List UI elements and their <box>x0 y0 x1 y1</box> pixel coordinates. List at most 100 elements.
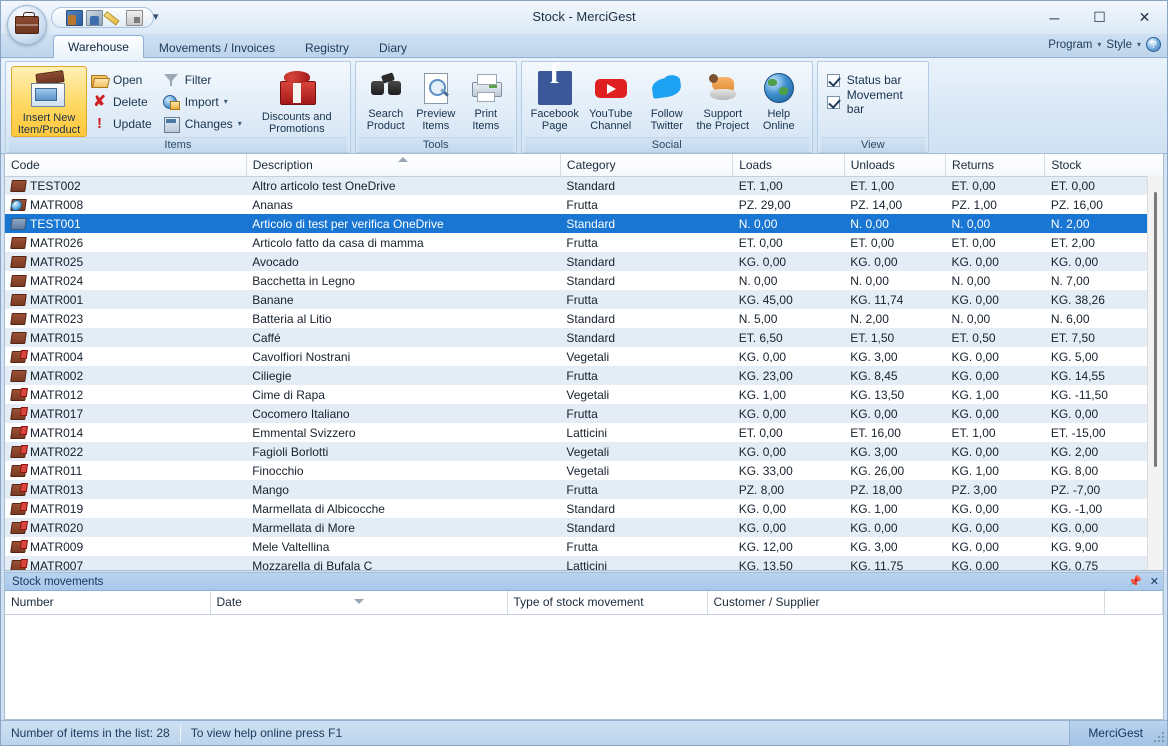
table-row[interactable]: MATR009 Mele Valtellina Frutta KG. 12,00 KG.… <box>5 537 1163 556</box>
cell-unloads: PZ. 18,00 <box>844 480 946 499</box>
book-icon <box>10 312 27 325</box>
import-chevron-down-icon[interactable]: ▾ <box>224 97 228 106</box>
help-online-label-2: Online <box>762 120 795 132</box>
cell-code-text: MATR004 <box>30 349 84 364</box>
tab-registry[interactable]: Registry <box>290 36 364 58</box>
tab-movements-invoices[interactable]: Movements / Invoices <box>144 36 290 58</box>
changes-chevron-down-icon[interactable]: ▾ <box>238 119 242 128</box>
cell-code-text: MATR007 <box>30 558 84 571</box>
column-header-description[interactable]: Description <box>246 154 561 177</box>
grid-vertical-scrollbar[interactable] <box>1147 176 1163 570</box>
column-header-category[interactable]: Category <box>560 154 734 177</box>
table-row[interactable]: TEST001 Articolo di test per verifica One… <box>5 214 1163 233</box>
column-header-stock[interactable]: Stock <box>1044 154 1163 177</box>
cell-category: Frutta <box>566 235 598 250</box>
support-project-button[interactable]: Support the Project <box>695 66 751 134</box>
movement-bar-label: Movement bar <box>846 88 903 116</box>
help-icon[interactable]: ? <box>1146 37 1161 52</box>
movement-bar-checkbox[interactable] <box>826 95 840 109</box>
dock-column-header-date[interactable]: Date <box>210 591 508 615</box>
table-row[interactable]: MATR008 Ananas Frutta PZ. 29,00 PZ. 14,00 PZ.… <box>5 195 1163 214</box>
table-row[interactable]: MATR012 Cime di Rapa Vegetali KG. 1,00 KG. 1… <box>5 385 1163 404</box>
open-button[interactable]: Open <box>87 69 159 90</box>
column-header-code[interactable]: Code <box>5 154 247 177</box>
table-row[interactable]: MATR014 Emmental Svizzero Latticini ET. 0,0… <box>5 423 1163 442</box>
table-row[interactable]: MATR004 Cavolfiori Nostrani Vegetali KG. 0,… <box>5 347 1163 366</box>
app-menu-button[interactable] <box>7 5 47 45</box>
column-header-returns[interactable]: Returns <box>945 154 1046 177</box>
search-product-button[interactable]: Search Product <box>361 66 411 134</box>
gift-icon <box>276 69 318 109</box>
dock-column-header-type[interactable]: Type of stock movement <box>507 591 708 615</box>
update-button[interactable]: ! Update <box>87 113 159 134</box>
style-menu[interactable]: Style <box>1106 39 1132 51</box>
cell-loads: ET. 0,00 <box>738 425 783 440</box>
style-chevron-down-icon[interactable]: ▾ <box>1137 40 1141 49</box>
program-menu[interactable]: Program <box>1048 39 1092 51</box>
table-row[interactable]: MATR002 Ciliegie Frutta KG. 23,00 KG. 8,45 KG… <box>5 366 1163 385</box>
table-row[interactable]: MATR001 Banane Frutta KG. 45,00 KG. 11,74 KG.… <box>5 290 1163 309</box>
tab-diary[interactable]: Diary <box>364 36 422 58</box>
table-row[interactable]: MATR015 Caffé Standard ET. 6,50 ET. 1,50 ET. … <box>5 328 1163 347</box>
close-icon[interactable]: ✕ <box>1150 575 1159 588</box>
grid-scroll-thumb[interactable] <box>1154 192 1157 467</box>
cell-returns: KG. 0,00 <box>945 556 1045 570</box>
movement-bar-checkbox-row[interactable]: Movement bar <box>823 88 923 116</box>
status-bar-checkbox[interactable] <box>826 73 840 87</box>
print-items-label-2: Items <box>472 120 500 132</box>
changes-icon <box>163 116 180 133</box>
facebook-page-button[interactable]: Facebook Page <box>527 66 583 134</box>
youtube-label-2: Channel <box>590 120 632 132</box>
cell-code: MATR020 <box>5 518 247 537</box>
follow-twitter-button[interactable]: Follow Twitter <box>639 66 695 134</box>
insert-new-item-button[interactable]: Insert New Item/Product <box>11 66 87 137</box>
tab-warehouse[interactable]: Warehouse <box>53 35 144 58</box>
close-button[interactable]: ✕ <box>1122 1 1167 34</box>
program-chevron-down-icon[interactable]: ▾ <box>1097 40 1101 49</box>
table-row[interactable]: MATR017 Cocomero Italiano Frutta KG. 0,00 KG… <box>5 404 1163 423</box>
cell-unloads: ET. 1,50 <box>844 328 946 347</box>
import-button[interactable]: Import ▾ <box>159 91 249 112</box>
preview-items-button[interactable]: Preview Items <box>411 66 461 134</box>
cell-description: Cavolfiori Nostrani <box>252 349 351 364</box>
cell-loads: KG. 0,00 <box>732 252 845 271</box>
table-row[interactable]: TEST002 Altro articolo test OneDrive Stand… <box>5 176 1163 195</box>
cell-category: Standard <box>566 501 616 516</box>
cell-returns: ET. 0,50 <box>945 328 1045 347</box>
help-online-label-1: Help <box>767 108 791 120</box>
table-row[interactable]: MATR023 Batteria al Litio Standard N. 5,00 N… <box>5 309 1163 328</box>
print-items-button[interactable]: Print Items <box>461 66 511 134</box>
maximize-button[interactable]: ☐ <box>1077 1 1122 34</box>
book-tag-icon <box>10 559 27 570</box>
cell-loads: KG. 12,00 <box>738 539 793 554</box>
column-header-unloads[interactable]: Unloads <box>844 154 947 177</box>
resize-grip-icon[interactable] <box>1152 730 1164 742</box>
table-row[interactable]: MATR026 Articolo fatto da casa di mamma Fr… <box>5 233 1163 252</box>
book-tag-icon <box>10 407 27 420</box>
dock-column-header-customer-supplier[interactable]: Customer / Supplier <box>707 591 1105 615</box>
changes-button[interactable]: Changes ▾ <box>159 113 249 134</box>
minimize-button[interactable]: ─ <box>1032 1 1077 34</box>
pin-icon[interactable]: 📌 <box>1128 575 1142 588</box>
column-header-loads[interactable]: Loads <box>732 154 845 177</box>
cell-returns: N. 0,00 <box>945 214 1045 233</box>
table-row[interactable]: MATR013 Mango Frutta PZ. 8,00 PZ. 18,00 PZ. 3… <box>5 480 1163 499</box>
cell-unloads: N. 0,00 <box>844 214 946 233</box>
table-row[interactable]: MATR020 Marmellata di More Standard KG. 0,0… <box>5 518 1163 537</box>
delete-button[interactable]: ✘ Delete <box>87 91 159 112</box>
table-row[interactable]: MATR019 Marmellata di Albicocche Standard K… <box>5 499 1163 518</box>
filter-button[interactable]: Filter <box>159 69 249 90</box>
changes-label: Changes <box>184 116 233 131</box>
window-controls: ─ ☐ ✕ <box>1032 1 1167 34</box>
discounts-promotions-button[interactable]: Discounts and Promotions <box>249 66 345 135</box>
table-row[interactable]: MATR022 Fagioli Borlotti Vegetali KG. 0,00 K… <box>5 442 1163 461</box>
dock-column-header-number[interactable]: Number <box>5 591 211 615</box>
table-row[interactable]: MATR011 Finocchio Vegetali KG. 33,00 KG. 26,… <box>5 461 1163 480</box>
facebook-label-2: Page <box>541 120 568 132</box>
table-row[interactable]: MATR025 Avocado Standard KG. 0,00 KG. 0,00 KG… <box>5 252 1163 271</box>
help-online-button[interactable]: Help Online <box>751 66 807 134</box>
table-row[interactable]: MATR007 Mozzarella di Bufala C Latticini KG… <box>5 556 1163 571</box>
cell-code: TEST002 <box>5 176 247 195</box>
table-row[interactable]: MATR024 Bacchetta in Legno Standard N. 0,00… <box>5 271 1163 290</box>
youtube-channel-button[interactable]: YouTube Channel <box>583 66 639 134</box>
